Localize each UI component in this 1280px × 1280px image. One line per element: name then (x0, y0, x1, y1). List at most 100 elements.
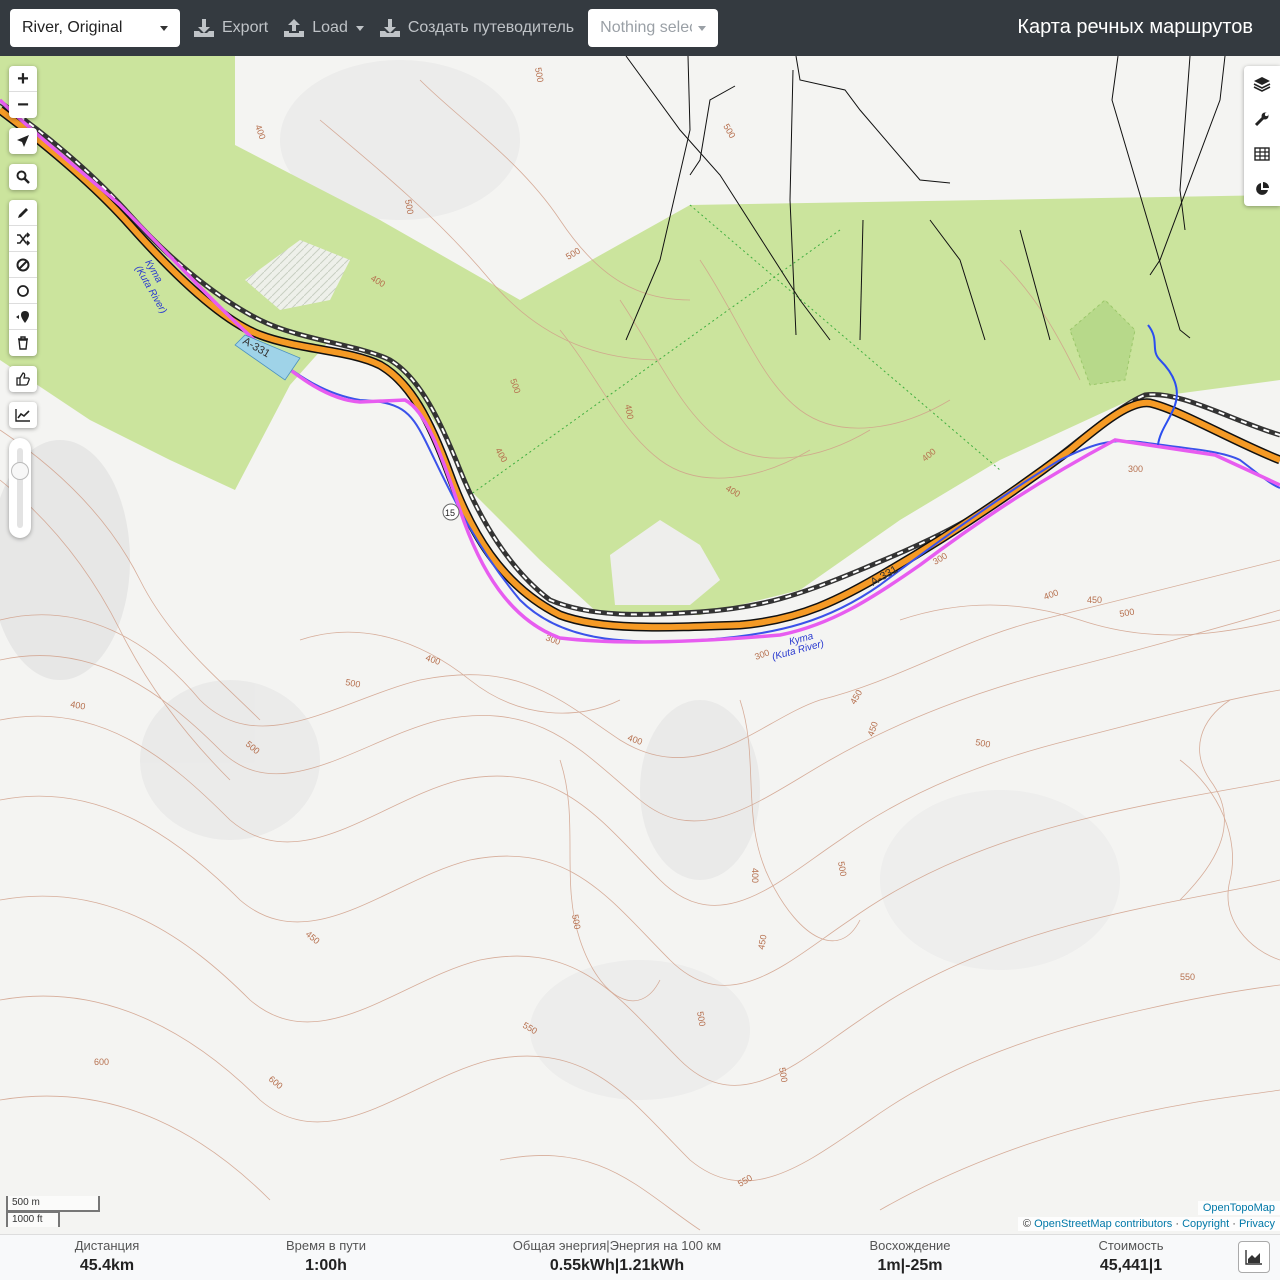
cost-value: 45,441 (1099, 1257, 1149, 1274)
map-canvas[interactable]: 400 500 500 500 500 400 500 400 400 400 … (0, 56, 1280, 1234)
shuffle-icon (17, 231, 30, 246)
locate-control (9, 128, 37, 154)
hand-control (9, 366, 37, 392)
stat-label: Стоимость (1098, 1238, 1164, 1253)
layer-attribution[interactable]: OpenTopoMap (1197, 1201, 1280, 1215)
delete-point-icon (16, 310, 29, 323)
time-value: 1:00 (305, 1257, 338, 1274)
draw-controls (9, 200, 37, 356)
thumb-icon (16, 372, 30, 386)
load-label: Load (312, 19, 348, 36)
delete-point-button[interactable] (9, 304, 37, 330)
stat-value: 0.55kWh|1.21kWh (497, 1255, 737, 1277)
opacity-slider[interactable] (9, 438, 31, 538)
route-stats-bar: Дистанция 45.4km Время в пути 1:00h Обща… (0, 1234, 1280, 1280)
privacy-link[interactable]: Privacy (1239, 1218, 1275, 1230)
table-icon (1254, 146, 1270, 161)
stat-value: 45.4km (62, 1255, 152, 1277)
search-button[interactable] (9, 164, 37, 190)
distance-value: 45.4 (79, 1257, 111, 1274)
stat-value: 1:00h (276, 1255, 376, 1277)
descent-value: -25 (905, 1257, 929, 1274)
stat-time: Время в пути 1:00h (276, 1237, 376, 1277)
layers-button[interactable] (1244, 66, 1280, 101)
road-shield-label: 15 (445, 508, 455, 518)
app-title: Карта речных маршрутов (1017, 16, 1253, 38)
upload-icon (284, 19, 305, 37)
download-icon (379, 19, 400, 37)
profile-select[interactable]: River, Original (10, 9, 180, 47)
energy-unit: kWh (580, 1257, 615, 1274)
locate-icon (17, 135, 29, 147)
contour-label: 400 (750, 868, 760, 883)
elevation-profile-button[interactable] (1238, 1241, 1270, 1273)
contour-label: 550 (1180, 972, 1195, 982)
export-label: Export (222, 19, 269, 36)
osm-link[interactable]: OpenStreetMap contributors (1034, 1218, 1172, 1230)
slider-thumb[interactable] (11, 462, 29, 480)
contour-label: 450 (1087, 595, 1102, 605)
stat-label: Время в пути (286, 1238, 366, 1253)
stat-label: Восхождение (869, 1238, 951, 1253)
chevron-down-icon (698, 25, 707, 31)
thumb-button[interactable] (9, 366, 37, 392)
time-unit: h (337, 1257, 347, 1274)
chevron-down-icon (355, 25, 364, 31)
energy-per-100-value: 1.21 (619, 1257, 651, 1274)
create-guide-label: Создать путеводитель (407, 19, 575, 36)
search-icon (16, 170, 30, 184)
stat-cost: Стоимость 45,441|1 (1081, 1237, 1181, 1277)
stat-value: 1m|-25m (850, 1255, 970, 1277)
area-chart-icon (1245, 1250, 1262, 1265)
layers-icon (1253, 76, 1271, 92)
separator: · (1232, 1218, 1236, 1230)
clear-route-button[interactable] (9, 330, 37, 356)
stat-ascent: Восхождение 1m|-25m (850, 1237, 970, 1277)
contour-label: 300 (1128, 464, 1143, 474)
contour-label: 600 (94, 1057, 109, 1067)
slider-track (17, 448, 23, 528)
draw-icon (18, 207, 28, 218)
cost-secondary-value: 1 (1153, 1257, 1163, 1274)
descent-unit: m (928, 1257, 943, 1274)
route-selection-dropdown[interactable]: Nothing selected (588, 9, 719, 47)
create-guide-button[interactable]: Создать путеводитель (372, 9, 582, 47)
circle-button[interactable] (9, 278, 37, 304)
pie-chart-icon (1256, 181, 1269, 195)
settings-button[interactable] (1244, 101, 1280, 136)
elevation-chart-button[interactable] (9, 402, 37, 428)
statistics-button[interactable] (1244, 171, 1280, 206)
copyright-symbol: © (1022, 1218, 1032, 1230)
download-icon (194, 19, 214, 37)
export-button[interactable]: Export (186, 9, 276, 47)
zoom-in-button[interactable]: + (9, 66, 37, 92)
map-tiles: 400 500 500 500 500 400 500 400 400 400 … (0, 56, 1280, 1234)
locate-button[interactable] (9, 128, 37, 154)
map-scale: 500 m 1000 ft (6, 1196, 100, 1227)
top-navbar: River, Original Export Load Создать путе… (0, 0, 1280, 56)
scale-metric: 500 m (6, 1196, 100, 1212)
copyright-link[interactable]: Copyright (1182, 1218, 1229, 1230)
road-shield: 15 (442, 503, 460, 521)
energy-total-value: 0.55 (549, 1257, 581, 1274)
scale-imperial: 1000 ft (6, 1211, 60, 1227)
no-go-area-button[interactable] (9, 252, 37, 278)
zoom-control: + − (9, 66, 37, 118)
circle-icon (17, 284, 29, 297)
trash-icon (18, 336, 28, 350)
stat-distance: Дистанция 45.4km (62, 1237, 152, 1277)
draw-route-button[interactable] (9, 200, 37, 226)
stat-label: Дистанция (74, 1238, 140, 1253)
right-toolbar (1244, 66, 1280, 206)
stat-label: Общая энергия|Энергия на 100 км (512, 1238, 722, 1253)
table-button[interactable] (1244, 136, 1280, 171)
shuffle-button[interactable] (9, 226, 37, 252)
settings-icon (1254, 112, 1269, 126)
zoom-out-button[interactable]: − (9, 92, 37, 118)
load-button[interactable]: Load (276, 9, 372, 47)
search-control (9, 164, 37, 190)
route-selection-placeholder: Nothing selected (600, 19, 692, 36)
elevation-chart-icon (15, 409, 30, 422)
energy-unit: kWh (650, 1257, 685, 1274)
no-go-area-icon (16, 258, 30, 271)
